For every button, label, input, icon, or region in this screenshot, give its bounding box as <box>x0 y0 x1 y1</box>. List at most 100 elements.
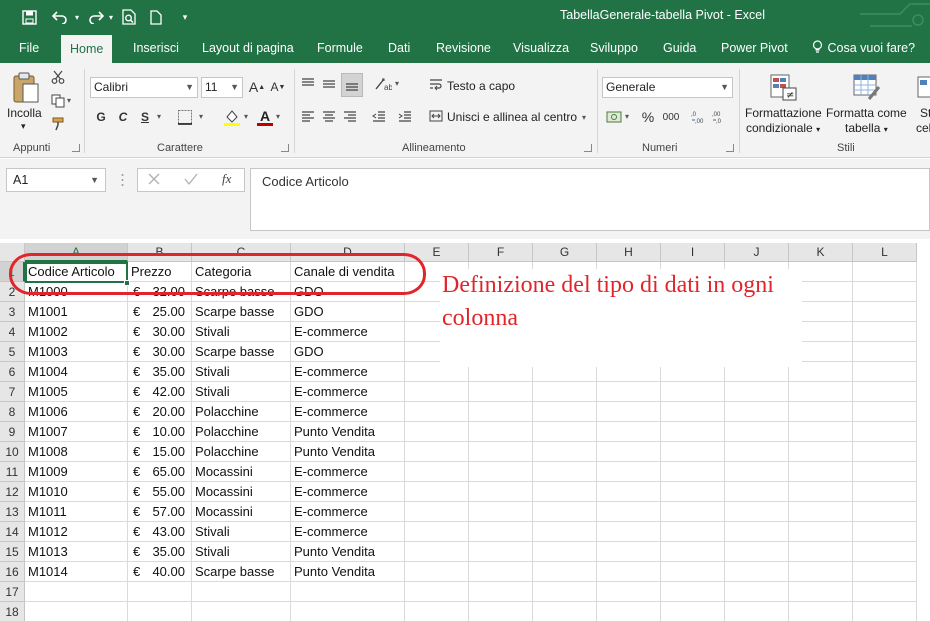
cell-f7[interactable] <box>469 382 533 402</box>
row-header[interactable]: 10 <box>0 442 25 462</box>
tab-sviluppo[interactable]: Sviluppo <box>586 33 642 63</box>
cell-a16[interactable]: M1014 <box>25 562 128 582</box>
cell-b5[interactable]: €30.00 <box>128 342 192 362</box>
cell-a8[interactable]: M1006 <box>25 402 128 422</box>
row-header[interactable]: 11 <box>0 462 25 482</box>
cell-c2[interactable]: Scarpe basse <box>192 282 291 302</box>
row-header[interactable]: 13 <box>0 502 25 522</box>
cell-a5[interactable]: M1003 <box>25 342 128 362</box>
cell-k18[interactable] <box>789 602 853 621</box>
cell-f12[interactable] <box>469 482 533 502</box>
cell-c17[interactable] <box>192 582 291 602</box>
font-color-dropdown-icon[interactable]: ▾ <box>276 112 280 121</box>
cell-l15[interactable] <box>853 542 917 562</box>
row-header[interactable]: 14 <box>0 522 25 542</box>
cell-l18[interactable] <box>853 602 917 621</box>
cell-a10[interactable]: M1008 <box>25 442 128 462</box>
underline-dropdown-icon[interactable]: ▾ <box>157 112 161 121</box>
cell-b8[interactable]: €20.00 <box>128 402 192 422</box>
decrease-indent-icon[interactable] <box>370 108 388 126</box>
cell-i18[interactable] <box>661 602 725 621</box>
cell-j14[interactable] <box>725 522 789 542</box>
cell-k9[interactable] <box>789 422 853 442</box>
cell-l13[interactable] <box>853 502 917 522</box>
cell-a3[interactable]: M1001 <box>25 302 128 322</box>
column-header-c[interactable]: C <box>192 243 291 262</box>
cell-f8[interactable] <box>469 402 533 422</box>
cell-k12[interactable] <box>789 482 853 502</box>
cell-i11[interactable] <box>661 462 725 482</box>
wrap-text-label[interactable]: Testo a capo <box>447 79 515 93</box>
wrap-text-icon[interactable] <box>428 77 444 93</box>
cell-k8[interactable] <box>789 402 853 422</box>
thousands-separator-button[interactable]: 000 <box>659 108 683 126</box>
cell-j11[interactable] <box>725 462 789 482</box>
tab-revisione[interactable]: Revisione <box>432 33 495 63</box>
cell-l2[interactable] <box>853 282 917 302</box>
row-header[interactable]: 7 <box>0 382 25 402</box>
cell-k11[interactable] <box>789 462 853 482</box>
cell-a11[interactable]: M1009 <box>25 462 128 482</box>
column-header-d[interactable]: D <box>291 243 405 262</box>
cell-d9[interactable]: Punto Vendita <box>291 422 405 442</box>
tab-visualizza[interactable]: Visualizza <box>509 33 573 63</box>
cell-e17[interactable] <box>405 582 469 602</box>
tab-inserisci[interactable]: Inserisci <box>129 33 183 63</box>
row-header[interactable]: 9 <box>0 422 25 442</box>
tab-guida[interactable]: Guida <box>659 33 700 63</box>
cell-b6[interactable]: €35.00 <box>128 362 192 382</box>
cell-b9[interactable]: €10.00 <box>128 422 192 442</box>
italic-button[interactable]: C <box>115 108 131 126</box>
conditional-formatting-icon[interactable]: ≠ <box>767 71 799 103</box>
tab-power-pivot[interactable]: Power Pivot <box>717 33 792 63</box>
align-right-icon[interactable] <box>341 108 359 126</box>
merge-center-icon[interactable] <box>428 108 444 124</box>
cell-i7[interactable] <box>661 382 725 402</box>
row-header[interactable]: 6 <box>0 362 25 382</box>
cell-i12[interactable] <box>661 482 725 502</box>
format-as-table-icon[interactable] <box>850 71 882 103</box>
cell-a2[interactable]: M1000 <box>25 282 128 302</box>
cell-h18[interactable] <box>597 602 661 621</box>
cell-g15[interactable] <box>533 542 597 562</box>
cell-c13[interactable]: Mocassini <box>192 502 291 522</box>
cell-e8[interactable] <box>405 402 469 422</box>
cell-b10[interactable]: €15.00 <box>128 442 192 462</box>
enter-icon[interactable] <box>184 172 200 188</box>
resize-handle-icon[interactable] <box>121 172 124 188</box>
row-header[interactable]: 3 <box>0 302 25 322</box>
cell-d7[interactable]: E-commerce <box>291 382 405 402</box>
cell-c6[interactable]: Stivali <box>192 362 291 382</box>
insert-function-icon[interactable]: fx <box>222 171 231 187</box>
align-center-icon[interactable] <box>320 108 338 126</box>
cell-e16[interactable] <box>405 562 469 582</box>
fill-color-dropdown-icon[interactable]: ▾ <box>244 112 248 121</box>
cell-l4[interactable] <box>853 322 917 342</box>
cell-g14[interactable] <box>533 522 597 542</box>
cell-d2[interactable]: GDO <box>291 282 405 302</box>
name-box[interactable]: A1 ▼ <box>6 168 106 192</box>
cell-c12[interactable]: Mocassini <box>192 482 291 502</box>
column-header-b[interactable]: B <box>128 243 192 262</box>
cell-i17[interactable] <box>661 582 725 602</box>
cell-h13[interactable] <box>597 502 661 522</box>
cell-l11[interactable] <box>853 462 917 482</box>
cell-l9[interactable] <box>853 422 917 442</box>
cell-f16[interactable] <box>469 562 533 582</box>
cell-d15[interactable]: Punto Vendita <box>291 542 405 562</box>
cell-a4[interactable]: M1002 <box>25 322 128 342</box>
cell-b2[interactable]: €32.00 <box>128 282 192 302</box>
cell-i16[interactable] <box>661 562 725 582</box>
cell-c3[interactable]: Scarpe basse <box>192 302 291 322</box>
cell-b17[interactable] <box>128 582 192 602</box>
cell-h7[interactable] <box>597 382 661 402</box>
row-header[interactable]: 15 <box>0 542 25 562</box>
tab-formule[interactable]: Formule <box>313 33 367 63</box>
cell-l14[interactable] <box>853 522 917 542</box>
column-header-k[interactable]: K <box>789 243 853 262</box>
percent-button[interactable]: % <box>640 108 656 126</box>
fill-color-icon[interactable] <box>222 107 242 127</box>
row-header[interactable]: 17 <box>0 582 25 602</box>
column-header-h[interactable]: H <box>597 243 661 262</box>
cell-g7[interactable] <box>533 382 597 402</box>
